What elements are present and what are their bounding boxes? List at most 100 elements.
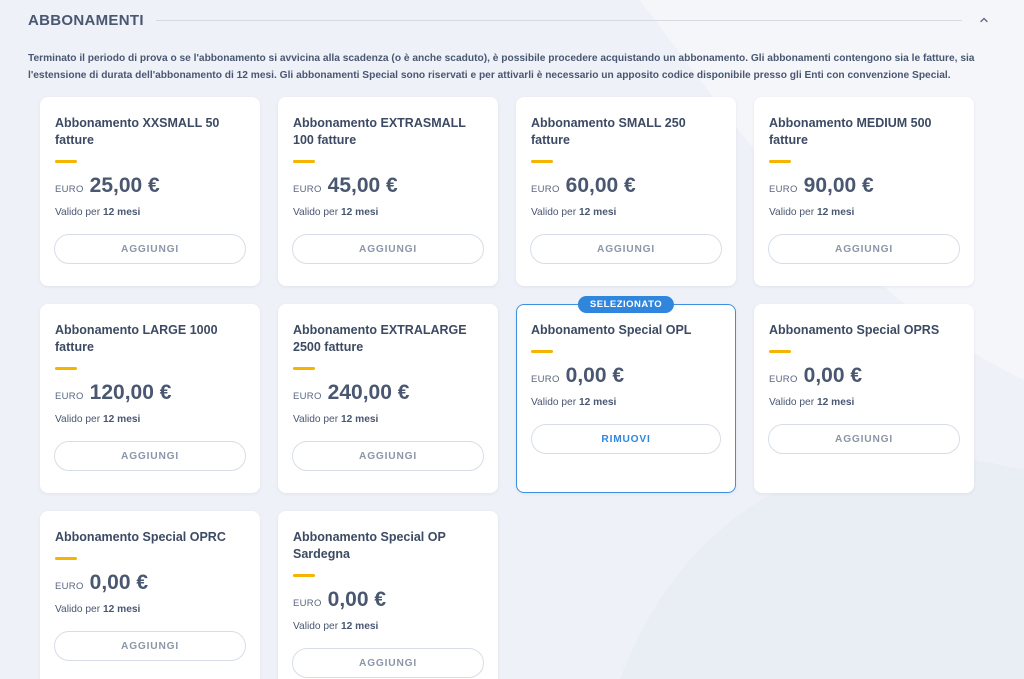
plan-title: Abbonamento Special OP Sardegna xyxy=(293,530,446,561)
add-button[interactable]: AGGIUNGI xyxy=(768,424,960,454)
plan-card-9: Abbonamento Special OPRC EURO 0,00 € Val… xyxy=(40,511,260,679)
plan-validity: Valido per 12 mesi xyxy=(293,207,483,218)
validity-duration: 12 mesi xyxy=(102,207,141,218)
accent-bar xyxy=(293,367,315,370)
accent-bar xyxy=(55,557,77,560)
plan-card-4: Abbonamento MEDIUM 500 fatture EURO 90,0… xyxy=(754,97,974,286)
currency-label: EURO xyxy=(55,184,84,195)
accent-bar xyxy=(293,574,315,577)
accent-bar xyxy=(293,160,315,163)
plan-validity: Valido per 12 mesi xyxy=(293,414,483,425)
plan-card-3: Abbonamento SMALL 250 fatture EURO 60,00… xyxy=(516,97,736,286)
validity-duration: 12 mesi xyxy=(578,207,617,218)
plan-validity: Valido per 12 mesi xyxy=(769,397,959,408)
plan-validity: Valido per 12 mesi xyxy=(293,621,483,632)
accent-bar xyxy=(55,367,77,370)
validity-duration: 12 mesi xyxy=(340,207,379,218)
add-button[interactable]: AGGIUNGI xyxy=(768,234,960,264)
page: ABBONAMENTI Terminato il periodo di prov… xyxy=(0,0,1024,679)
plan-title: Abbonamento LARGE 1000 fatture xyxy=(55,323,218,354)
currency-label: EURO xyxy=(293,391,322,402)
add-button[interactable]: AGGIUNGI xyxy=(54,631,246,661)
validity-duration: 12 mesi xyxy=(102,414,141,425)
add-button[interactable]: AGGIUNGI xyxy=(292,441,484,471)
validity-duration: 12 mesi xyxy=(578,397,617,408)
plan-price: 0,00 € xyxy=(565,364,625,387)
currency-label: EURO xyxy=(55,391,84,402)
plan-grid: Abbonamento XXSMALL 50 fatture EURO 25,0… xyxy=(40,97,974,679)
plan-price: 45,00 € xyxy=(327,174,398,197)
plan-validity: Valido per 12 mesi xyxy=(769,207,959,218)
chevron-up-icon xyxy=(980,17,988,23)
plan-validity: Valido per 12 mesi xyxy=(531,397,721,408)
plan-title: Abbonamento Special OPL xyxy=(531,323,692,337)
plan-title: Abbonamento XXSMALL 50 fatture xyxy=(55,116,220,147)
remove-button[interactable]: RIMUOVI xyxy=(531,424,721,454)
accent-bar xyxy=(769,350,791,353)
accent-bar xyxy=(531,160,553,163)
add-button[interactable]: AGGIUNGI xyxy=(292,648,484,678)
add-button[interactable]: AGGIUNGI xyxy=(54,234,246,264)
plan-card-8: Abbonamento Special OPRS EURO 0,00 € Val… xyxy=(754,304,974,493)
price-row: EURO 0,00 € xyxy=(531,364,721,388)
add-button[interactable]: AGGIUNGI xyxy=(530,234,722,264)
plan-price: 0,00 € xyxy=(89,571,149,594)
currency-label: EURO xyxy=(293,598,322,609)
validity-prefix: Valido per xyxy=(293,621,339,632)
validity-prefix: Valido per xyxy=(531,397,577,408)
plan-card-7: Abbonamento Special OPL EURO 0,00 € Vali… xyxy=(516,296,736,493)
currency-label: EURO xyxy=(293,184,322,195)
plan-validity: Valido per 12 mesi xyxy=(531,207,721,218)
plan-title: Abbonamento EXTRALARGE 2500 fatture xyxy=(293,323,467,354)
plan-price: 90,00 € xyxy=(803,174,874,197)
plan-card-2: Abbonamento EXTRASMALL 100 fatture EURO … xyxy=(278,97,498,286)
currency-label: EURO xyxy=(769,374,798,385)
validity-prefix: Valido per xyxy=(769,207,815,218)
add-button[interactable]: AGGIUNGI xyxy=(292,234,484,264)
validity-prefix: Valido per xyxy=(293,207,339,218)
plan-card-6: Abbonamento EXTRALARGE 2500 fatture EURO… xyxy=(278,304,498,493)
currency-label: EURO xyxy=(531,374,560,385)
validity-prefix: Valido per xyxy=(55,414,101,425)
section-title: ABBONAMENTI xyxy=(28,11,144,29)
validity-duration: 12 mesi xyxy=(102,604,141,615)
plan-price: 0,00 € xyxy=(327,588,387,611)
validity-prefix: Valido per xyxy=(769,397,815,408)
price-row: EURO 0,00 € xyxy=(55,571,245,595)
selected-badge: SELEZIONATO xyxy=(577,296,675,313)
plan-price: 240,00 € xyxy=(327,381,410,404)
plan-title: Abbonamento SMALL 250 fatture xyxy=(531,116,686,147)
validity-duration: 12 mesi xyxy=(340,414,379,425)
plan-card-5: Abbonamento LARGE 1000 fatture EURO 120,… xyxy=(40,304,260,493)
add-button[interactable]: AGGIUNGI xyxy=(54,441,246,471)
plan-validity: Valido per 12 mesi xyxy=(55,604,245,615)
validity-prefix: Valido per xyxy=(55,604,101,615)
price-row: EURO 240,00 € xyxy=(293,381,483,405)
validity-duration: 12 mesi xyxy=(816,397,855,408)
plan-price: 120,00 € xyxy=(89,381,172,404)
plan-card-1: Abbonamento XXSMALL 50 fatture EURO 25,0… xyxy=(40,97,260,286)
plan-price: 25,00 € xyxy=(89,174,160,197)
section-description: Terminato il periodo di prova o se l'abb… xyxy=(28,53,975,81)
validity-prefix: Valido per xyxy=(293,414,339,425)
plan-title: Abbonamento Special OPRS xyxy=(769,323,940,337)
validity-duration: 12 mesi xyxy=(340,621,379,632)
plan-title: Abbonamento MEDIUM 500 fatture xyxy=(769,116,932,147)
plan-price: 60,00 € xyxy=(565,174,636,197)
price-row: EURO 45,00 € xyxy=(293,174,483,198)
price-row: EURO 25,00 € xyxy=(55,174,245,198)
plan-title: Abbonamento EXTRASMALL 100 fatture xyxy=(293,116,466,147)
price-row: EURO 90,00 € xyxy=(769,174,959,198)
collapse-button[interactable] xyxy=(972,8,996,32)
price-row: EURO 120,00 € xyxy=(55,381,245,405)
accent-bar xyxy=(769,160,791,163)
section-divider xyxy=(155,19,962,21)
validity-prefix: Valido per xyxy=(531,207,577,218)
accent-bar xyxy=(55,160,77,163)
plan-price: 0,00 € xyxy=(803,364,863,387)
price-row: EURO 0,00 € xyxy=(769,364,959,388)
section-header: ABBONAMENTI xyxy=(28,8,996,32)
validity-prefix: Valido per xyxy=(55,207,101,218)
price-row: EURO 60,00 € xyxy=(531,174,721,198)
plan-validity: Valido per 12 mesi xyxy=(55,207,245,218)
